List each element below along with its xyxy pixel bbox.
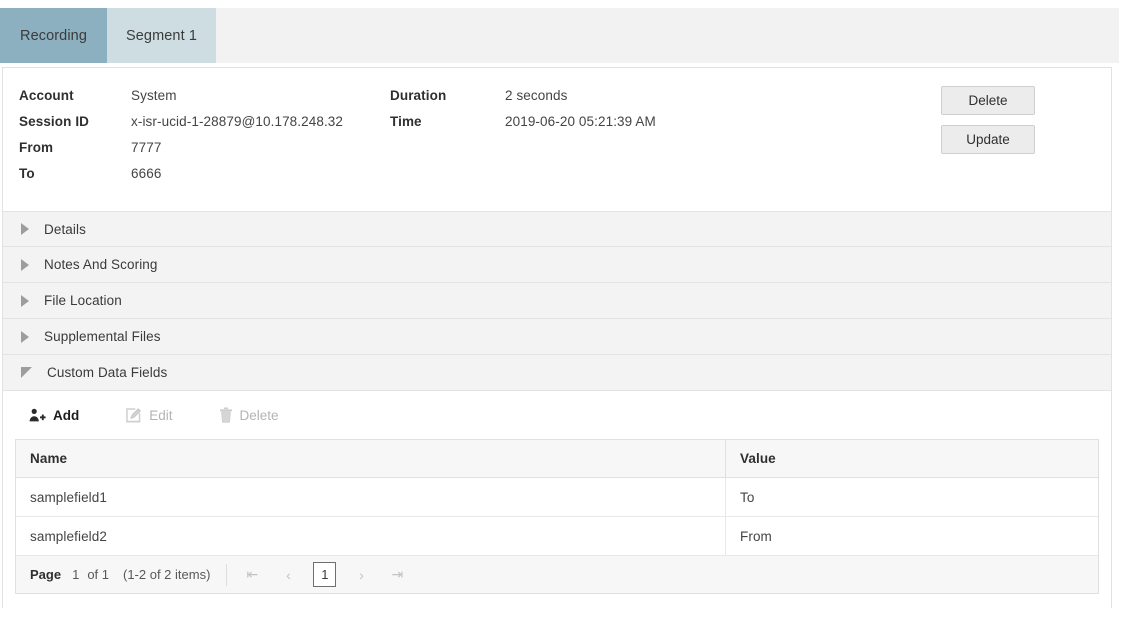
tab-segment-1-label: Segment 1 [125, 27, 198, 44]
trash-icon [219, 407, 233, 423]
chevron-down-icon [21, 367, 32, 378]
summary-left-column: Account System Session ID x-isr-ucid-1-2… [19, 88, 343, 192]
from-value: 7777 [131, 140, 162, 155]
chevron-right-icon [21, 258, 29, 271]
next-page-icon[interactable]: › [350, 564, 372, 586]
column-header-name[interactable]: Name [16, 440, 726, 477]
pager-of-text: of 1 [87, 567, 109, 582]
accordion-item-supplemental-files[interactable]: Supplemental Files [3, 319, 1111, 355]
content-panel: Account System Session ID x-isr-ucid-1-2… [2, 67, 1112, 610]
summary-field-to: To 6666 [19, 166, 343, 192]
tab-recording[interactable]: Recording [0, 8, 107, 63]
summary-actions: Delete Update [941, 86, 1035, 154]
accordion-item-details[interactable]: Details [3, 211, 1111, 247]
time-label: Time [390, 114, 422, 129]
accordion-label-supplemental-files: Supplemental Files [44, 329, 161, 344]
cell-name: samplefield1 [16, 478, 726, 516]
grid-pager: Page 1 of 1 (1-2 of 2 items) ⇤ ‹ 1 › ⇥ [15, 556, 1099, 594]
panel-bottom-spacer [15, 594, 1099, 610]
session-id-label: Session ID [19, 114, 90, 129]
edit-button-label: Edit [149, 407, 173, 423]
session-id-value: x-isr-ucid-1-28879@10.178.248.32 [131, 114, 344, 129]
summary-right-column: Duration 2 seconds Time 2019-06-20 05:21… [390, 88, 656, 140]
first-page-icon[interactable]: ⇤ [241, 564, 263, 586]
account-label: Account [19, 88, 74, 103]
time-value: 2019-06-20 05:21:39 AM [505, 114, 656, 129]
custom-data-fields-toolbar: Add Edit Delete [15, 391, 1099, 439]
pager-page-number: 1 [72, 567, 80, 582]
add-button-label: Add [53, 407, 80, 423]
accordion-item-custom-data-fields[interactable]: Custom Data Fields [3, 355, 1111, 391]
summary-field-session-id: Session ID x-isr-ucid-1-28879@10.178.248… [19, 114, 343, 140]
to-value: 6666 [131, 166, 162, 181]
chevron-right-icon [21, 223, 29, 235]
summary-field-from: From 7777 [19, 140, 343, 166]
chevron-right-icon [21, 294, 29, 307]
add-user-icon [29, 408, 46, 423]
duration-value: 2 seconds [505, 88, 568, 103]
recording-summary: Account System Session ID x-isr-ucid-1-2… [3, 68, 1111, 211]
tab-recording-label: Recording [20, 27, 87, 44]
accordion-item-file-location[interactable]: File Location [3, 283, 1111, 319]
grid-header-row: Name Value [16, 440, 1098, 478]
custom-data-fields-grid: Name Value samplefield1 To samplefield2 … [15, 439, 1099, 556]
pager-divider [226, 563, 228, 586]
delete-button[interactable]: Delete [941, 86, 1035, 115]
column-header-value[interactable]: Value [726, 440, 1098, 477]
accordion: Details Notes And Scoring File Location … [3, 211, 1111, 391]
add-button[interactable]: Add [29, 408, 79, 423]
summary-field-time: Time 2019-06-20 05:21:39 AM [390, 114, 656, 140]
summary-field-duration: Duration 2 seconds [390, 88, 656, 114]
table-row[interactable]: samplefield1 To [16, 478, 1098, 517]
accordion-label-details: Details [44, 221, 86, 237]
chevron-right-icon [21, 330, 29, 343]
pager-items-text: (1-2 of 2 items) [123, 567, 211, 582]
to-label: To [19, 166, 35, 181]
pencil-icon [125, 407, 142, 423]
duration-label: Duration [390, 88, 447, 103]
cell-value: From [740, 528, 772, 544]
tab-segment-1[interactable]: Segment 1 [107, 8, 216, 63]
accordion-label-custom-data-fields: Custom Data Fields [47, 365, 168, 380]
pager-current-page[interactable]: 1 [313, 562, 337, 587]
from-label: From [19, 140, 54, 155]
account-value: System [131, 88, 177, 103]
tab-strip: Recording Segment 1 [0, 8, 1119, 63]
table-row[interactable]: samplefield2 From [16, 517, 1098, 556]
custom-data-fields-panel: Add Edit Delete Name Value samplefield1 … [3, 391, 1111, 610]
accordion-item-notes-and-scoring[interactable]: Notes And Scoring [3, 247, 1111, 283]
delete-row-button-label: Delete [239, 407, 279, 423]
accordion-label-file-location: File Location [44, 293, 122, 308]
cell-name: samplefield2 [16, 517, 726, 555]
summary-field-account: Account System [19, 88, 343, 114]
recording-detail-page: Recording Segment 1 Account System Sessi… [0, 0, 1125, 619]
previous-page-icon[interactable]: ‹ [277, 564, 299, 586]
edit-button: Edit [125, 407, 173, 423]
cell-value: To [740, 489, 755, 505]
accordion-label-notes-and-scoring: Notes And Scoring [44, 257, 158, 272]
pager-page-label: Page [30, 567, 62, 582]
update-button[interactable]: Update [941, 125, 1035, 154]
delete-row-button: Delete [219, 407, 279, 423]
last-page-icon[interactable]: ⇥ [386, 564, 408, 586]
